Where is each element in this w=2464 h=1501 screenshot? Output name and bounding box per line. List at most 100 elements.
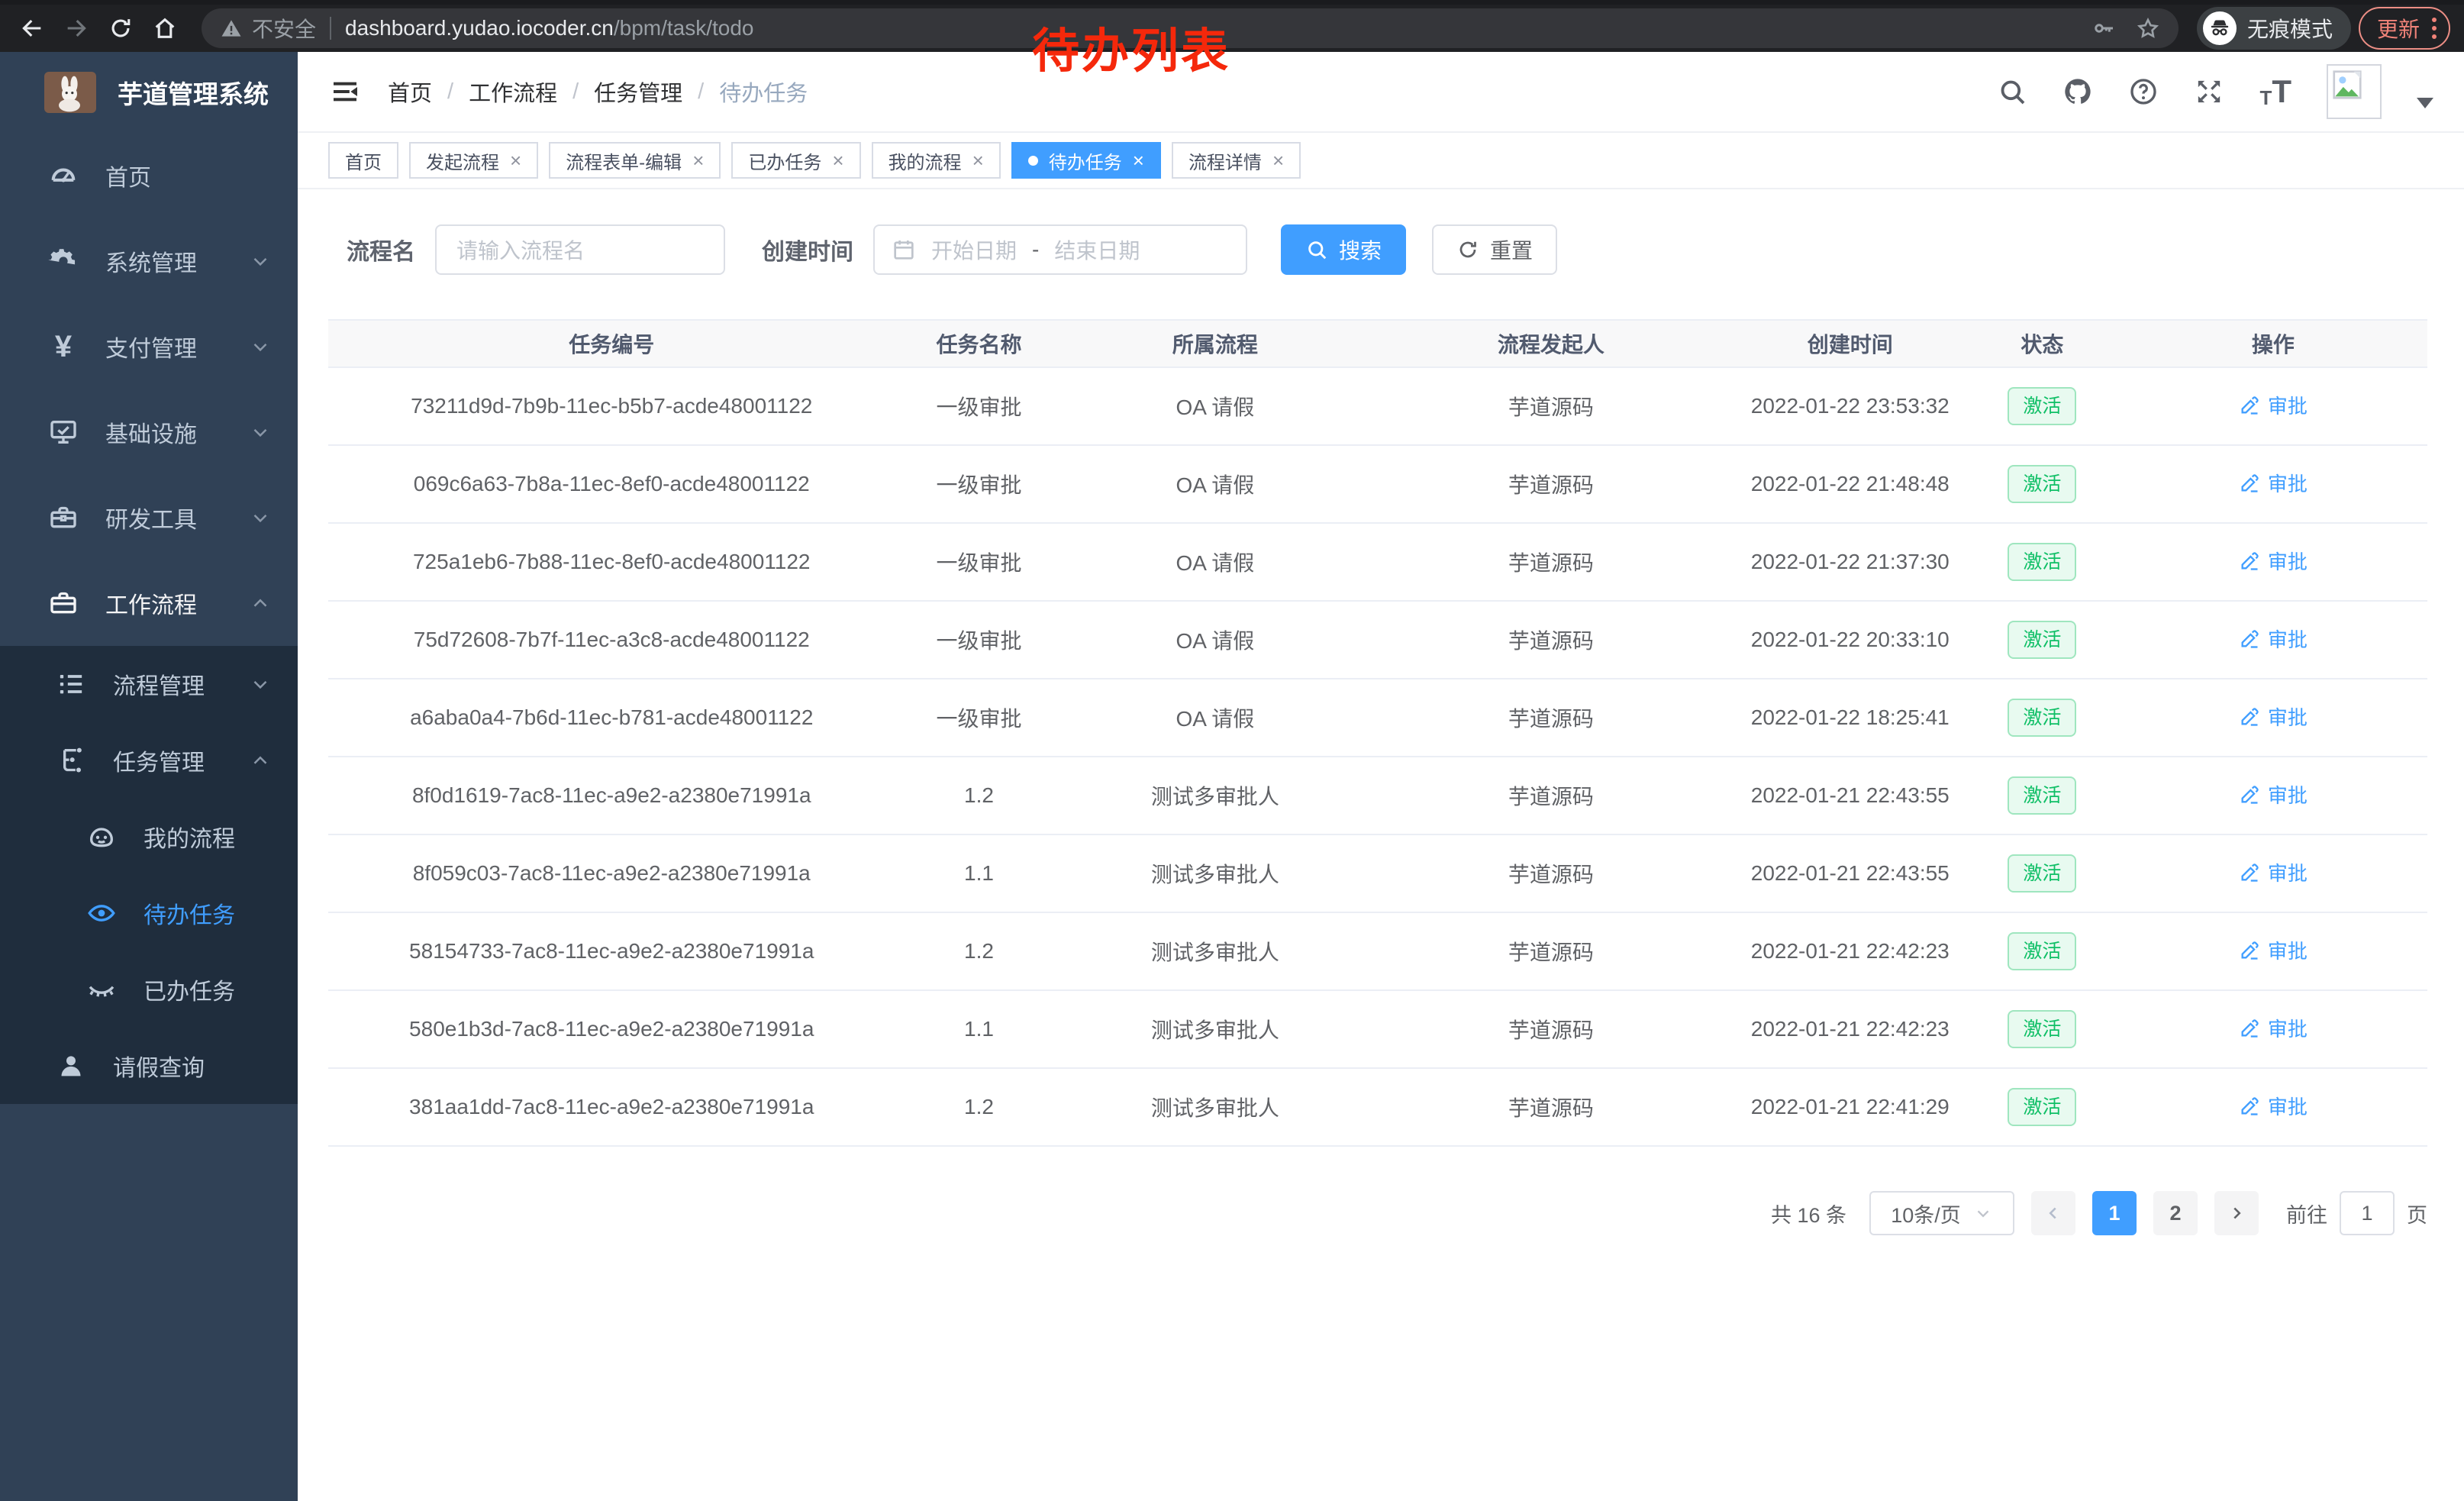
tab-0[interactable]: 首页 (328, 142, 398, 179)
github-icon[interactable] (2062, 76, 2093, 107)
tab-close-icon[interactable]: × (1133, 150, 1144, 170)
avatar-caret-icon[interactable] (2417, 98, 2433, 108)
approve-link[interactable]: 审批 (2239, 469, 2308, 497)
status-badge: 激活 (2008, 699, 2076, 737)
sidebar-item-top-3[interactable]: 基础设施 (0, 389, 298, 475)
process-name-input[interactable]: 请输入流程名 (435, 224, 725, 275)
breadcrumb-item[interactable]: 工作流程 (469, 76, 557, 108)
status-badge: 激活 (2008, 465, 2076, 503)
sidebar-fold-icon[interactable] (328, 75, 362, 108)
page-size-select[interactable]: 10条/页 (1869, 1191, 2014, 1235)
sidebar-item-label: 系统管理 (105, 244, 197, 278)
sidebar-item-top-2[interactable]: ¥支付管理 (0, 304, 298, 389)
tab-1[interactable]: 发起流程 × (409, 142, 538, 179)
process-cell: 测试多审批人 (1063, 912, 1368, 990)
prev-page-button[interactable] (2031, 1191, 2075, 1235)
sidebar-item-sub-3[interactable]: 待办任务 (0, 875, 298, 951)
sidebar-item-label: 首页 (105, 159, 151, 192)
tab-close-icon[interactable]: × (972, 150, 984, 170)
home-icon[interactable] (147, 10, 183, 47)
breadcrumb-item[interactable]: 任务管理 (594, 76, 682, 108)
search-icon[interactable] (1997, 76, 2027, 107)
table-row-2: 725a1eb6-7b88-11ec-8ef0-acde48001122一级审批… (328, 523, 2427, 601)
created-cell: 2022-01-21 22:42:23 (1735, 990, 1966, 1068)
sidebar-item-top-1[interactable]: 系统管理 (0, 218, 298, 304)
task-name-cell: 1.2 (895, 912, 1063, 990)
sidebar-item-sub-5[interactable]: 请假查询 (0, 1028, 298, 1104)
breadcrumb-item[interactable]: 首页 (388, 76, 432, 108)
tab-2[interactable]: 流程表单-编辑× (549, 142, 721, 179)
screen: 不安全 dashboard.yudao.iocoder.cn /bpm/task… (0, 0, 2464, 1501)
task-id-cell: 725a1eb6-7b88-11ec-8ef0-acde48001122 (328, 523, 895, 601)
tab-close-icon[interactable]: × (1272, 150, 1284, 170)
fullscreen-icon[interactable] (2194, 76, 2224, 107)
approve-label: 审批 (2268, 547, 2308, 575)
sidebar-item-top-4[interactable]: 研发工具 (0, 475, 298, 560)
approve-link[interactable]: 审批 (2239, 936, 2308, 964)
sidebar-item-sub-1[interactable]: 任务管理 (0, 722, 298, 799)
goto-page-input[interactable]: 1 (2340, 1191, 2395, 1235)
search-button[interactable]: 搜索 (1281, 224, 1406, 275)
end-date-placeholder: 结束日期 (1054, 234, 1140, 265)
page-button-2[interactable]: 2 (2153, 1191, 2198, 1235)
reset-button[interactable]: 重置 (1432, 224, 1557, 275)
approve-link[interactable]: 审批 (2239, 1014, 2308, 1042)
page-button-1[interactable]: 1 (2092, 1191, 2137, 1235)
chevron-down-icon (249, 673, 272, 696)
pencil-icon (2239, 1018, 2260, 1039)
main-area: 首页/工作流程/任务管理/待办任务 TT 首页发起流程×流程表单-编辑×已办任务… (298, 52, 2464, 1501)
forward-icon[interactable] (58, 10, 95, 47)
help-icon[interactable] (2128, 76, 2159, 107)
reload-icon[interactable] (102, 10, 139, 47)
password-key-icon[interactable] (2091, 16, 2116, 40)
tab-5[interactable]: 待办任务× (1011, 142, 1161, 179)
tab-close-icon[interactable]: × (510, 150, 521, 170)
browser-menu-icon[interactable] (2432, 18, 2437, 39)
sidebar-item-top-5[interactable]: 工作流程 (0, 560, 298, 646)
tab-6[interactable]: 流程详情× (1172, 142, 1301, 179)
approve-link[interactable]: 审批 (2239, 780, 2308, 809)
process-cell: OA 请假 (1063, 679, 1368, 757)
column-header: 任务名称 (895, 320, 1063, 367)
status-cell: 激活 (1966, 1068, 2119, 1146)
table-row-5: 8f0d1619-7ac8-11ec-a9e2-a2380e71991a1.2测… (328, 757, 2427, 834)
tab-4[interactable]: 我的流程× (872, 142, 1001, 179)
created-cell: 2022-01-21 22:43:55 (1735, 834, 1966, 912)
date-range-input[interactable]: 开始日期 - 结束日期 (873, 224, 1247, 275)
chevron-up-icon (249, 592, 272, 615)
task-name-cell: 一级审批 (895, 601, 1063, 679)
approve-label: 审批 (2268, 936, 2308, 964)
pencil-icon (2239, 706, 2260, 728)
sidebar-item-label: 任务管理 (113, 744, 205, 777)
avatar[interactable] (2327, 64, 2382, 119)
tab-close-icon[interactable]: × (692, 150, 704, 170)
approve-link[interactable]: 审批 (2239, 1092, 2308, 1120)
tab-label: 发起流程 (426, 147, 499, 174)
sidebar-item-sub-4[interactable]: 已办任务 (0, 951, 298, 1028)
initiator-cell: 芋道源码 (1367, 601, 1734, 679)
approve-link[interactable]: 审批 (2239, 625, 2308, 653)
app-logo (44, 72, 96, 113)
back-icon[interactable] (14, 10, 50, 47)
font-size-icon[interactable]: TT (2259, 76, 2291, 108)
sidebar-item-label: 工作流程 (105, 586, 197, 620)
bookmark-star-icon[interactable] (2136, 16, 2160, 40)
sidebar-item-top-0[interactable]: 首页 (0, 133, 298, 218)
tab-close-icon[interactable]: × (832, 150, 843, 170)
browser-update-button[interactable]: 更新 (2359, 7, 2450, 50)
sidebar-item-sub-2[interactable]: 我的流程 (0, 799, 298, 875)
sidebar-menu: 首页系统管理 ¥支付管理基础设施研发工具工作流程 (0, 133, 298, 646)
initiator-cell: 芋道源码 (1367, 523, 1734, 601)
sidebar-item-sub-0[interactable]: 流程管理 (0, 646, 298, 722)
created-cell: 2022-01-21 22:42:23 (1735, 912, 1966, 990)
approve-link[interactable]: 审批 (2239, 391, 2308, 419)
tab-3[interactable]: 已办任务× (731, 142, 860, 179)
approve-link[interactable]: 审批 (2239, 547, 2308, 575)
security-warning-icon (220, 17, 243, 40)
approve-link[interactable]: 审批 (2239, 702, 2308, 731)
approve-link[interactable]: 审批 (2239, 858, 2308, 886)
pencil-icon (2239, 628, 2260, 650)
process-cell: 测试多审批人 (1063, 757, 1368, 834)
table-row-9: 381aa1dd-7ac8-11ec-a9e2-a2380e71991a1.2测… (328, 1068, 2427, 1146)
next-page-button[interactable] (2214, 1191, 2259, 1235)
